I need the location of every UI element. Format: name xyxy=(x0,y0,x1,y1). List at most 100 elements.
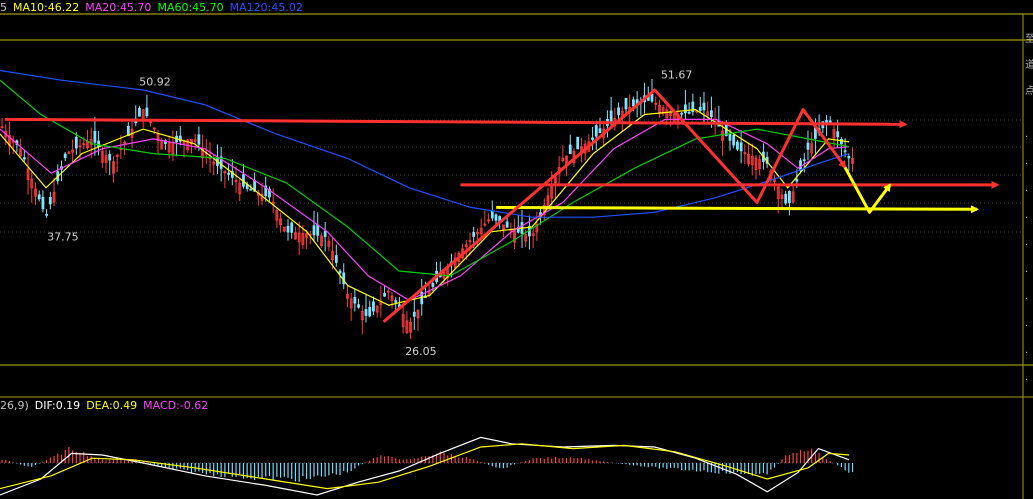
candle-body xyxy=(45,213,49,216)
axis-tick: · xyxy=(1025,213,1028,224)
candle-body xyxy=(591,137,594,140)
candle-body xyxy=(687,111,691,114)
candle-body xyxy=(617,107,620,116)
right-axis: 至道点 · · · · · · · · · · xyxy=(1025,33,1033,386)
price-label: 37.75 xyxy=(47,231,79,244)
candle-body xyxy=(357,304,360,308)
axis-tick: · xyxy=(1025,375,1028,386)
trend-overlays xyxy=(5,88,1000,323)
candle-body xyxy=(316,224,320,236)
candle-body xyxy=(48,197,52,205)
candle-body xyxy=(847,156,851,159)
candle-body xyxy=(624,97,628,110)
candle-body xyxy=(249,188,253,191)
candle-body xyxy=(825,120,828,123)
legend-item: MA10:46.22 xyxy=(13,1,80,14)
macd-dea-line xyxy=(0,443,850,490)
stock-chart: 50.92 37.75 26.05 51.67 至道点 · · · · · · · · · · xyxy=(0,13,1033,499)
candle-body xyxy=(576,136,580,150)
macd-panel xyxy=(0,436,854,496)
trend-line xyxy=(5,117,908,129)
candle-body xyxy=(22,157,26,160)
candle-body xyxy=(784,193,788,204)
candle-body xyxy=(609,110,613,123)
legend-item: MA120:45.02 xyxy=(229,1,303,14)
axis-fragment: 道 xyxy=(1025,58,1033,71)
candle-body xyxy=(505,221,509,228)
axis-tick: · xyxy=(1025,159,1028,170)
axis-tick: · xyxy=(1025,240,1028,251)
candle-body xyxy=(368,307,372,317)
legend-item: DIF:0.19 xyxy=(34,399,81,412)
axis-fragment: 点 xyxy=(1025,85,1033,97)
legend-item: MA20:45.70 xyxy=(85,1,152,14)
candle-body xyxy=(806,142,810,150)
axis-tick: · xyxy=(1025,267,1028,278)
trend-line xyxy=(837,157,847,169)
candle-body xyxy=(594,125,598,137)
candle-body xyxy=(412,311,416,317)
candle-body xyxy=(197,134,201,145)
candle-body xyxy=(710,110,713,118)
candle-body xyxy=(490,210,494,219)
candle-body xyxy=(839,138,843,145)
candle-body xyxy=(41,196,45,210)
axis-tick: · xyxy=(1025,321,1028,332)
candle-body xyxy=(472,232,476,237)
candle-body xyxy=(732,134,736,146)
candle-body xyxy=(63,153,67,159)
macd-legend: 26,9) DIF:0.19 DEA:0.49 MACD:-0.62 xyxy=(0,399,214,412)
candle-body xyxy=(334,255,338,263)
axis-tick: · xyxy=(1025,132,1028,143)
price-label: 50.92 xyxy=(139,76,171,89)
candle-body xyxy=(145,107,149,117)
candle-body xyxy=(108,154,112,161)
legend-prefix: 26,9) xyxy=(0,399,29,412)
candle-body xyxy=(843,150,847,153)
candle-body xyxy=(338,270,342,274)
candle-body xyxy=(37,194,41,200)
candle-body xyxy=(828,120,832,123)
candle-body xyxy=(788,191,791,203)
candle-body xyxy=(739,142,743,152)
candle-body xyxy=(138,108,141,117)
axis-tick: · xyxy=(1025,348,1028,359)
candle-body xyxy=(698,106,702,111)
candle-body xyxy=(650,94,654,102)
candle-body xyxy=(684,104,687,114)
axis-fragment: 至 xyxy=(1025,33,1033,45)
candle-body xyxy=(74,136,78,149)
candle-body xyxy=(795,178,799,182)
candle-body xyxy=(568,144,572,155)
candle-body xyxy=(494,214,498,221)
price-label: 26.05 xyxy=(405,345,437,358)
ma-line-ma60 xyxy=(0,79,850,277)
candle-body xyxy=(702,102,706,111)
legend-item: MA60:45.70 xyxy=(157,1,224,14)
candle-body xyxy=(93,130,97,143)
candle-body xyxy=(431,282,435,287)
candle-body xyxy=(836,131,840,138)
candle-body xyxy=(736,141,739,150)
ma-legend: 5 MA10:46.22 MA20:45.70 MA60:45.70 MA120:45.… xyxy=(0,1,309,14)
macd-dif-line xyxy=(0,436,850,496)
candle-body xyxy=(312,225,316,236)
candle-body xyxy=(394,300,398,303)
legend-item: DEA:0.49 xyxy=(86,399,138,412)
trend-line xyxy=(843,166,892,214)
trend-line xyxy=(496,205,979,214)
axis-tick: · xyxy=(1025,294,1028,305)
candle-body xyxy=(353,297,357,304)
candle-body xyxy=(372,301,375,312)
candle-body xyxy=(323,230,327,237)
candle-body xyxy=(728,133,732,141)
candle-body xyxy=(598,128,602,133)
candle-body xyxy=(383,293,386,297)
candle-body xyxy=(802,159,806,162)
moving-averages xyxy=(0,69,850,306)
candle-body xyxy=(286,225,290,233)
price-label: 51.67 xyxy=(661,68,693,81)
candle-body xyxy=(364,309,368,316)
legend-item: MACD:-0.62 xyxy=(143,399,209,412)
legend-prefix: 5 xyxy=(0,1,7,14)
